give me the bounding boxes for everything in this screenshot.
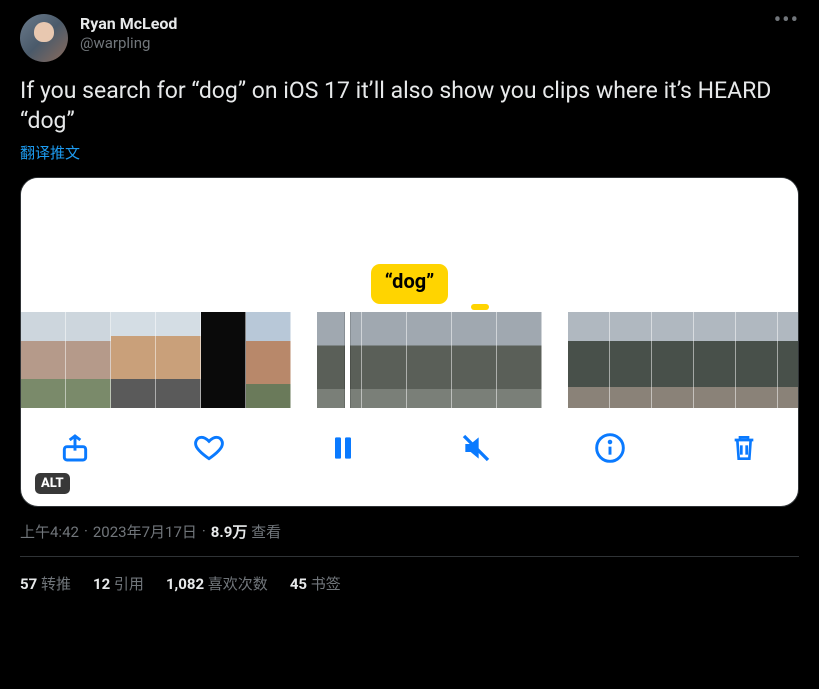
- meta-time[interactable]: 上午4:42: [20, 521, 79, 542]
- stat-retweets[interactable]: 57 转推: [20, 573, 71, 594]
- author-handle: @warpling: [80, 34, 762, 53]
- caption-bubble: “dog”: [371, 264, 449, 304]
- alt-badge[interactable]: ALT: [35, 473, 70, 494]
- timeline-marker: [471, 304, 489, 310]
- info-icon[interactable]: [592, 430, 628, 466]
- tweet-text: If you search for “dog” on iOS 17 it’ll …: [20, 76, 799, 136]
- stat-quotes[interactable]: 12 引用: [93, 573, 144, 594]
- retweets-label: 转推: [41, 575, 71, 593]
- author-block[interactable]: Ryan McLeod @warpling: [80, 14, 762, 53]
- timeline-clip: [317, 312, 542, 408]
- retweets-count: 57: [20, 575, 37, 593]
- likes-count: 1,082: [166, 575, 204, 593]
- mute-icon[interactable]: [458, 430, 494, 466]
- tweet-container: Ryan McLeod @warpling ••• If you search …: [0, 0, 819, 594]
- tweet-header: Ryan McLeod @warpling •••: [20, 14, 799, 62]
- stat-likes[interactable]: 1,082 喜欢次数: [166, 573, 268, 594]
- media-toolbar: [21, 408, 798, 466]
- video-timeline: [21, 312, 798, 408]
- meta-separator: ·: [202, 522, 206, 540]
- pause-icon[interactable]: [325, 430, 361, 466]
- timeline-clip: [21, 312, 291, 408]
- timeline-clip: [568, 312, 798, 408]
- more-icon[interactable]: •••: [774, 8, 799, 33]
- views-label-text: 查看: [251, 521, 281, 542]
- caption-bubble-row: “dog”: [21, 264, 798, 304]
- heart-icon[interactable]: [191, 430, 227, 466]
- meta-separator: ·: [84, 522, 88, 540]
- avatar[interactable]: [20, 14, 68, 62]
- quotes-label: 引用: [114, 575, 144, 593]
- playhead: [345, 312, 350, 408]
- meta-date[interactable]: 2023年7月17日: [93, 521, 197, 542]
- tweet-meta: 上午4:42 · 2023年7月17日 · 8.9万 查看: [20, 521, 799, 542]
- translate-link[interactable]: 翻译推文: [20, 142, 799, 163]
- attached-media[interactable]: “dog”: [20, 177, 799, 507]
- likes-label: 喜欢次数: [208, 575, 268, 593]
- views-count: 8.9万: [211, 521, 248, 542]
- quotes-count: 12: [93, 575, 110, 593]
- bookmarks-label: 书签: [311, 575, 341, 593]
- bookmarks-count: 45: [290, 575, 307, 593]
- tweet-stats: 57 转推 12 引用 1,082 喜欢次数 45 书签: [20, 557, 799, 594]
- author-name: Ryan McLeod: [80, 14, 762, 34]
- trash-icon[interactable]: [726, 430, 762, 466]
- stat-bookmarks[interactable]: 45 书签: [290, 573, 341, 594]
- media-whitespace: [21, 178, 798, 264]
- share-icon[interactable]: [57, 430, 93, 466]
